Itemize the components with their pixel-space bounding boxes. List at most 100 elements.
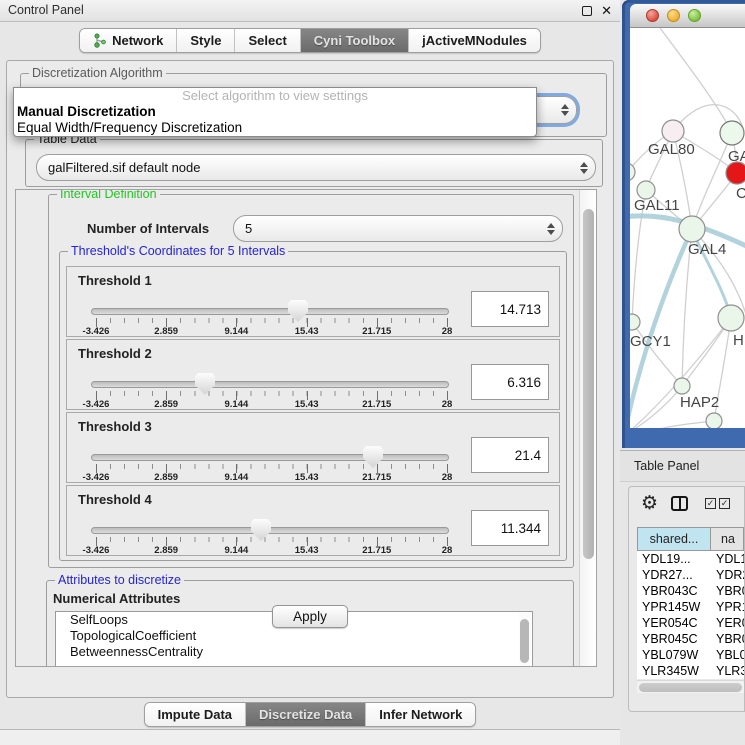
number-of-intervals-combobox[interactable]: 5 <box>233 215 563 242</box>
threshold-1-slider-track[interactable] <box>91 308 449 315</box>
table-toolbar: ⚙ ✓ ✓ <box>629 487 744 525</box>
node-red[interactable] <box>726 162 745 184</box>
combobox-spinner-icon <box>540 223 562 235</box>
checkbox-icon[interactable]: ✓ <box>705 498 716 509</box>
svg-text:GAL80: GAL80 <box>648 141 695 158</box>
algorithm-placeholder-option: Select algorithm to view settings <box>14 88 536 104</box>
svg-text:GAL11: GAL11 <box>634 197 680 214</box>
node-gal4[interactable] <box>679 216 705 242</box>
table-row[interactable]: YBL079WYBL0 <box>637 647 744 663</box>
svg-text:GA: GA <box>728 148 745 165</box>
split-view-icon[interactable] <box>671 496 688 511</box>
table-panel-title: Table Panel <box>634 459 699 473</box>
settings-vertical-scrollbar[interactable] <box>579 190 596 666</box>
table-row[interactable]: YLR345WYLR3 <box>637 663 744 679</box>
network-icon <box>93 33 107 48</box>
threshold-1-value-field[interactable] <box>471 291 549 327</box>
float-window-icon[interactable] <box>582 6 592 16</box>
table-row[interactable]: YBR043CYBR0 <box>637 583 744 599</box>
algorithm-dropdown-popup: Select algorithm to view settings Manual… <box>13 87 537 137</box>
apply-button[interactable]: Apply <box>272 605 348 628</box>
node-gcy1[interactable] <box>630 314 640 330</box>
combobox-spinner-icon <box>573 162 595 174</box>
threshold-4-value-field[interactable] <box>471 510 549 546</box>
svg-text:H: H <box>733 332 744 349</box>
tab-style[interactable]: Style <box>177 29 235 52</box>
table-data-group: Table Data galFiltered.sif default node <box>25 139 603 187</box>
tab-infer-network[interactable]: Infer Network <box>366 703 475 726</box>
column-header-name[interactable]: na <box>711 527 744 551</box>
node[interactable] <box>718 305 744 331</box>
network-window-titlebar[interactable] <box>630 4 745 28</box>
tab-network[interactable]: Network <box>80 29 177 52</box>
table-panel-window: ⚙ ✓ ✓ shared... na YDL19...YDL1 YDR27...… <box>628 486 745 712</box>
node-hap2[interactable] <box>674 378 690 394</box>
tab-discretize-data[interactable]: Discretize Data <box>246 703 366 726</box>
threshold-row-1: Threshold 1 -3.4262.8599.14415.4321.7152… <box>66 266 560 337</box>
number-of-intervals-label: Number of Intervals <box>87 221 209 236</box>
apply-strip: Apply <box>7 599 613 633</box>
scrollbar-thumb[interactable] <box>639 683 742 692</box>
threshold-4-label: Threshold 4 <box>78 492 152 507</box>
threshold-row-3: Threshold 3 -3.4262.8599.14415.4321.7152… <box>66 412 560 483</box>
table-row[interactable]: YBR045CYBR0 <box>637 631 744 647</box>
network-view-window: GAL80 GA C GAL11 GAL4 GCY1 H HAP2 <box>622 0 745 448</box>
threshold-row-4: Threshold 4 -3.4262.8599.14415.4321.7152… <box>66 485 560 556</box>
thresholds-group-label: Threshold's Coordinates for 5 Intervals <box>68 244 288 258</box>
threshold-row-2: Threshold 2 -3.4262.8599.14415.4321.7152… <box>66 339 560 410</box>
algorithm-option-manual[interactable]: Manual Discretization <box>14 104 536 120</box>
interval-definition-label: Interval Definition <box>57 189 160 201</box>
slider-scale-labels: -3.4262.8599.14415.4321.71528 <box>96 399 447 410</box>
tab-cyni-toolbox[interactable]: Cyni Toolbox <box>301 29 409 52</box>
table-data-combobox[interactable]: galFiltered.sif default node <box>36 154 596 181</box>
combobox-spinner-icon <box>554 104 576 116</box>
tab-jactivemnodules[interactable]: jActiveMNodules <box>409 29 540 52</box>
threshold-2-value-field[interactable] <box>471 364 549 400</box>
column-header-shared-name[interactable]: shared... <box>637 527 711 551</box>
control-panel: Control Panel ✕ Network Style Select Cyn… <box>0 0 620 745</box>
table-row[interactable]: YER054CYER0 <box>637 615 744 631</box>
slider-scale-labels: -3.4262.8599.14415.4321.71528 <box>96 545 447 556</box>
threshold-2-slider-track[interactable] <box>91 381 449 388</box>
control-panel-titlebar: Control Panel ✕ <box>0 0 620 22</box>
table-header-row: shared... na <box>637 527 744 551</box>
table-horizontal-scrollbar[interactable] <box>637 680 744 693</box>
mac-zoom-button[interactable] <box>688 9 701 22</box>
algorithm-option-equal-width[interactable]: Equal Width/Frequency Discretization <box>14 120 536 136</box>
bottom-tab-bar: Impute Data Discretize Data Infer Networ… <box>0 702 620 727</box>
table-panel-titlebar: Table Panel <box>620 450 745 482</box>
scrollbar-thumb[interactable] <box>583 209 594 559</box>
threshold-3-slider-track[interactable] <box>91 454 449 461</box>
slider-scale-labels: -3.4262.8599.14415.4321.71528 <box>96 472 447 483</box>
svg-text:C: C <box>736 185 745 202</box>
mac-close-button[interactable] <box>646 9 659 22</box>
table-row[interactable]: YDR27...YDR2 <box>637 567 744 583</box>
table-row[interactable]: YDL19...YDL1 <box>637 551 744 567</box>
threshold-3-label: Threshold 3 <box>78 419 152 434</box>
cyni-content-panel: Discretization Algorithm Select algorith… <box>6 60 614 698</box>
network-graph: GAL80 GA C GAL11 GAL4 GCY1 H HAP2 <box>630 28 745 428</box>
close-panel-icon[interactable]: ✕ <box>601 3 612 19</box>
interval-definition-group: Interval Definition Number of Intervals … <box>48 194 574 568</box>
mac-minimize-button[interactable] <box>667 9 680 22</box>
panel-title: Control Panel <box>8 3 84 17</box>
tab-select[interactable]: Select <box>235 29 300 52</box>
node[interactable] <box>630 163 635 181</box>
node-table: shared... na YDL19...YDL1 YDR27...YDR2 Y… <box>637 527 744 679</box>
threshold-3-value-field[interactable] <box>471 437 549 473</box>
table-row[interactable]: YPR145WYPR1 <box>637 599 744 615</box>
node-gal80[interactable] <box>662 120 684 142</box>
node[interactable] <box>720 121 744 145</box>
node[interactable] <box>706 413 722 428</box>
slider-scale-labels: -3.4262.8599.14415.4321.71528 <box>96 326 447 337</box>
attribute-item[interactable]: BetweennessCentrality <box>56 644 532 660</box>
svg-text:GCY1: GCY1 <box>630 333 671 350</box>
right-column: GAL80 GA C GAL11 GAL4 GCY1 H HAP2 Table … <box>620 0 745 745</box>
network-canvas[interactable]: GAL80 GA C GAL11 GAL4 GCY1 H HAP2 <box>630 28 745 428</box>
settings-scrollpane: Interval Definition Number of Intervals … <box>15 189 597 667</box>
checkbox-icon[interactable]: ✓ <box>719 498 730 509</box>
attributes-group-label: Attributes to discretize <box>55 573 184 587</box>
tab-impute-data[interactable]: Impute Data <box>145 703 246 726</box>
thresholds-group: Threshold's Coordinates for 5 Intervals … <box>59 251 567 561</box>
gear-icon[interactable]: ⚙ <box>641 492 658 515</box>
